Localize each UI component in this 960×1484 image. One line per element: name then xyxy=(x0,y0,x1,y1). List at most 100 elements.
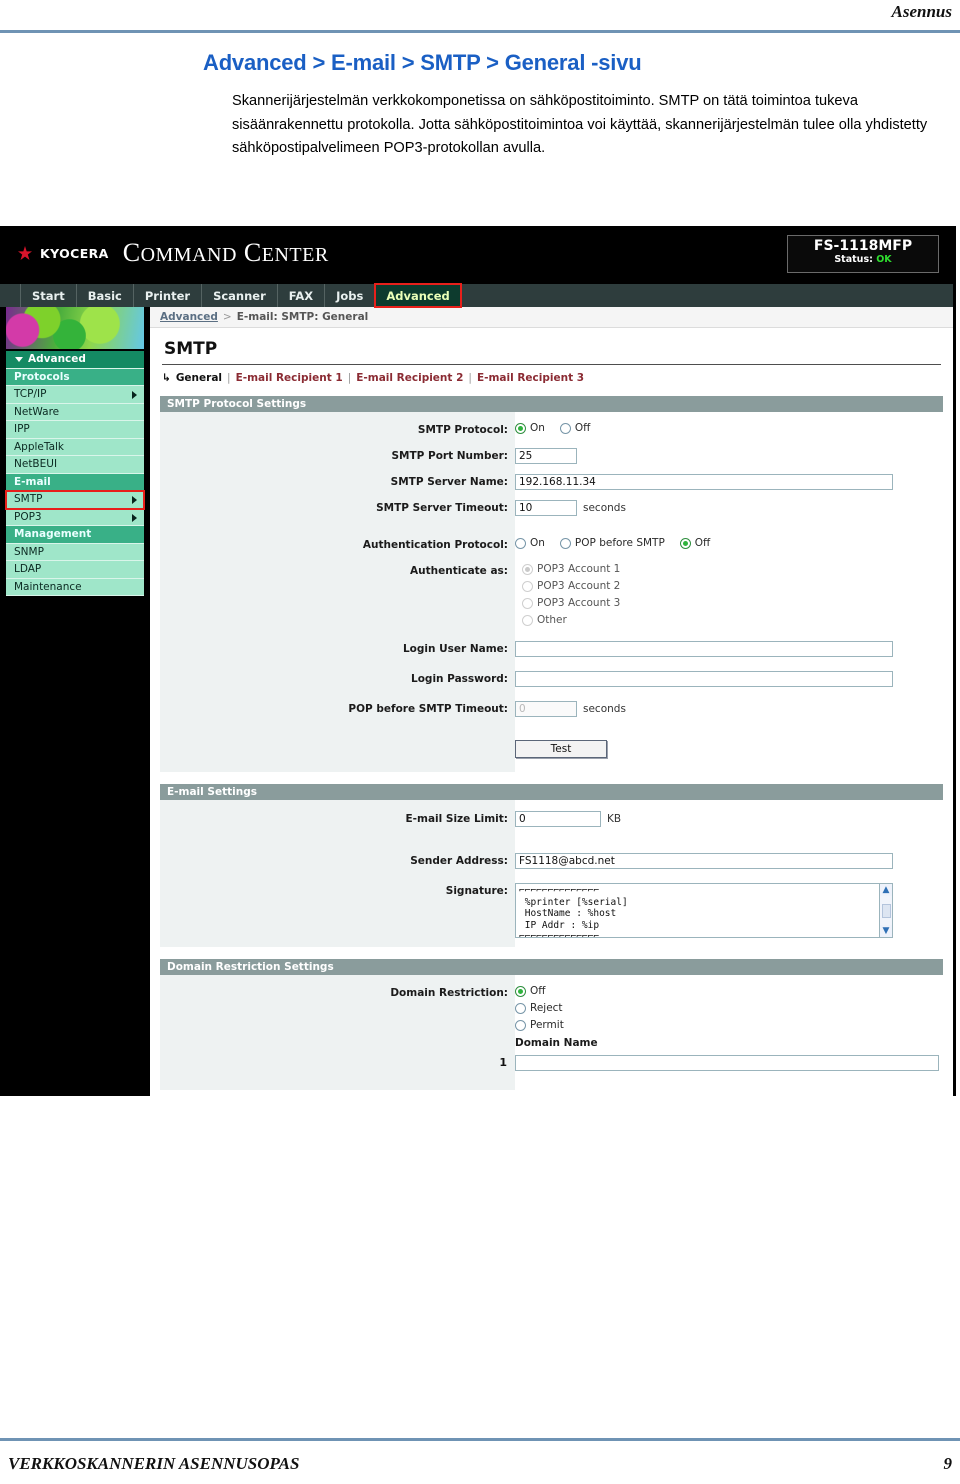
row-pop-before-smtp-timeout: POP before SMTP Timeout: seconds xyxy=(160,698,943,724)
subtab-recipient-3[interactable]: E-mail Recipient 3 xyxy=(477,372,584,384)
document-header-title: Asennus xyxy=(891,2,952,21)
chevron-down-icon xyxy=(15,357,23,362)
subtab-sep-3: | xyxy=(468,372,472,384)
radio-domain-off[interactable]: Off xyxy=(515,985,934,997)
brand-vendor-text: KYOCERA xyxy=(40,245,109,261)
radio-disabled-icon xyxy=(522,614,533,626)
signature-scrollbar[interactable]: ▲ ▼ xyxy=(879,884,892,937)
radio-off-icon xyxy=(559,422,571,434)
tab-printer[interactable]: Printer xyxy=(133,284,203,307)
sidebar-item-ipp[interactable]: IPP xyxy=(6,421,144,439)
sidebar-item-tcpip[interactable]: TCP/IP xyxy=(6,386,144,404)
breadcrumb-current: E-mail: SMTP: General xyxy=(236,311,369,323)
sidebar: Advanced Protocols TCP/IP NetWare IPP Ap… xyxy=(0,307,150,1096)
row-test-button: Test xyxy=(160,737,943,763)
scrollbar-thumb[interactable] xyxy=(881,903,891,918)
sidebar-section-title[interactable]: Advanced xyxy=(6,351,144,369)
signature-textarea[interactable]: ⌐⌐⌐⌐⌐⌐⌐⌐⌐⌐⌐⌐⌐⌐ %printer [%serial] HostNa… xyxy=(515,883,893,938)
document-footer: VERKKOSKANNERIN ASENNUSOPAS 9 xyxy=(0,1454,960,1474)
radio-domain-permit[interactable]: Permit xyxy=(515,1019,934,1031)
label-login-password: Login Password: xyxy=(411,673,508,685)
document-header: Asennus xyxy=(0,0,960,30)
label-sender-address: Sender Address: xyxy=(410,855,508,867)
footer-divider xyxy=(0,1438,960,1441)
chevron-right-icon xyxy=(132,496,137,504)
row-login-user: Login User Name: xyxy=(160,638,943,664)
intro-paragraph: Skannerijärjestelmän verkkokomponetissa … xyxy=(232,93,928,157)
radio-pop3-account-3[interactable]: POP3 Account 3 xyxy=(522,597,934,609)
device-status-box: FS-1118MFP Status: OK xyxy=(787,235,939,273)
sidebar-item-smtp[interactable]: SMTP xyxy=(5,490,145,510)
radio-smtp-protocol-on[interactable]: On xyxy=(515,422,545,434)
email-size-limit-input[interactable] xyxy=(515,811,601,827)
sidebar-item-maintenance[interactable]: Maintenance xyxy=(6,578,144,596)
smtp-timeout-input[interactable] xyxy=(515,500,577,516)
subtab-general[interactable]: General xyxy=(176,372,222,384)
section-header-email: E-mail Settings xyxy=(160,784,943,800)
breadcrumb-root-link[interactable]: Advanced xyxy=(160,311,218,323)
tab-fax[interactable]: FAX xyxy=(277,284,326,307)
tab-basic[interactable]: Basic xyxy=(76,284,134,307)
units-kb: KB xyxy=(607,813,622,825)
device-status: Status: OK xyxy=(834,254,892,266)
test-button[interactable]: Test xyxy=(515,740,607,758)
tab-start[interactable]: Start xyxy=(20,284,77,307)
smtp-server-input[interactable] xyxy=(515,474,893,490)
label-smtp-protocol: SMTP Protocol: xyxy=(417,424,508,436)
radio-domain-reject[interactable]: Reject xyxy=(515,1002,934,1014)
radio-on-icon xyxy=(679,537,691,549)
radio-pop3-account-1[interactable]: POP3 Account 1 xyxy=(522,563,934,575)
row-domain-restriction: Domain Restriction: Off Reject Permit Do… xyxy=(160,982,943,1052)
units-seconds: seconds xyxy=(583,502,626,514)
radio-disabled-icon xyxy=(522,580,533,592)
sender-address-input[interactable] xyxy=(515,853,893,869)
smtp-port-input[interactable] xyxy=(515,448,577,464)
chevron-right-icon xyxy=(132,513,137,522)
login-user-input[interactable] xyxy=(515,641,893,657)
intro-block: Advanced > E-mail > SMTP > General -sivu… xyxy=(0,50,960,161)
label-domain-name: Domain Name xyxy=(515,1037,598,1049)
main-tab-bar: Start Basic Printer Scanner FAX Jobs Adv… xyxy=(0,283,953,308)
sidebar-item-netbeui[interactable]: NetBEUI xyxy=(6,456,144,474)
tab-advanced[interactable]: Advanced xyxy=(374,283,462,308)
sidebar-item-ldap[interactable]: LDAP xyxy=(6,561,144,579)
brand-product-text: COMMAND CENTER xyxy=(122,238,329,267)
radio-auth-on[interactable]: On xyxy=(515,537,545,549)
subtab-sep-2: | xyxy=(347,372,352,384)
label-smtp-server: SMTP Server Name: xyxy=(390,476,508,488)
sidebar-item-netware[interactable]: NetWare xyxy=(6,403,144,421)
tab-scanner[interactable]: Scanner xyxy=(202,284,278,307)
scroll-down-icon[interactable]: ▼ xyxy=(880,925,892,937)
tab-jobs[interactable]: Jobs xyxy=(325,284,376,307)
label-login-user: Login User Name: xyxy=(402,643,508,655)
scroll-up-icon[interactable]: ▲ xyxy=(880,884,892,896)
section-body-domain: Domain Restriction: Off Reject Permit Do… xyxy=(160,975,943,1090)
section-body-email: E-mail Size Limit: KB Sender Address: Si… xyxy=(160,800,943,947)
subtab-recipient-2[interactable]: E-mail Recipient 2 xyxy=(356,372,463,384)
radio-pop3-account-2[interactable]: POP3 Account 2 xyxy=(522,580,934,592)
radio-auth-pop-before-smtp[interactable]: POP before SMTP xyxy=(559,537,665,549)
kyocera-logo-icon xyxy=(18,246,32,260)
status-badge: OK xyxy=(876,254,892,266)
sidebar-menu: Advanced Protocols TCP/IP NetWare IPP Ap… xyxy=(5,351,145,596)
radio-smtp-protocol-off[interactable]: Off xyxy=(559,422,590,434)
sidebar-item-appletalk[interactable]: AppleTalk xyxy=(6,438,144,456)
page-title: Advanced > E-mail > SMTP > General -sivu xyxy=(203,50,642,75)
row-smtp-timeout: SMTP Server Timeout: seconds xyxy=(160,497,943,523)
sidebar-item-pop3[interactable]: POP3 xyxy=(6,508,144,526)
pop-timeout-input[interactable] xyxy=(515,701,577,717)
sidebar-group-protocols: Protocols xyxy=(6,368,144,386)
sidebar-group-management: Management xyxy=(6,526,144,544)
device-model: FS-1118MFP xyxy=(813,238,913,254)
radio-auth-off[interactable]: Off xyxy=(679,537,710,549)
app-masthead: KYOCERA COMMAND CENTER FS-1118MFP Status… xyxy=(0,226,953,284)
domain-name-input-1[interactable] xyxy=(515,1055,939,1071)
row-login-password: Login Password: xyxy=(160,668,943,694)
radio-disabled-icon xyxy=(522,597,533,609)
row-sender-address: Sender Address: xyxy=(160,850,943,876)
subtab-recipient-1[interactable]: E-mail Recipient 1 xyxy=(236,372,343,384)
sidebar-item-snmp[interactable]: SNMP xyxy=(6,543,144,561)
content-area: Advanced > E-mail: SMTP: General SMTP ↳ … xyxy=(150,307,953,1096)
login-password-input[interactable] xyxy=(515,671,893,687)
radio-other[interactable]: Other xyxy=(522,614,934,626)
